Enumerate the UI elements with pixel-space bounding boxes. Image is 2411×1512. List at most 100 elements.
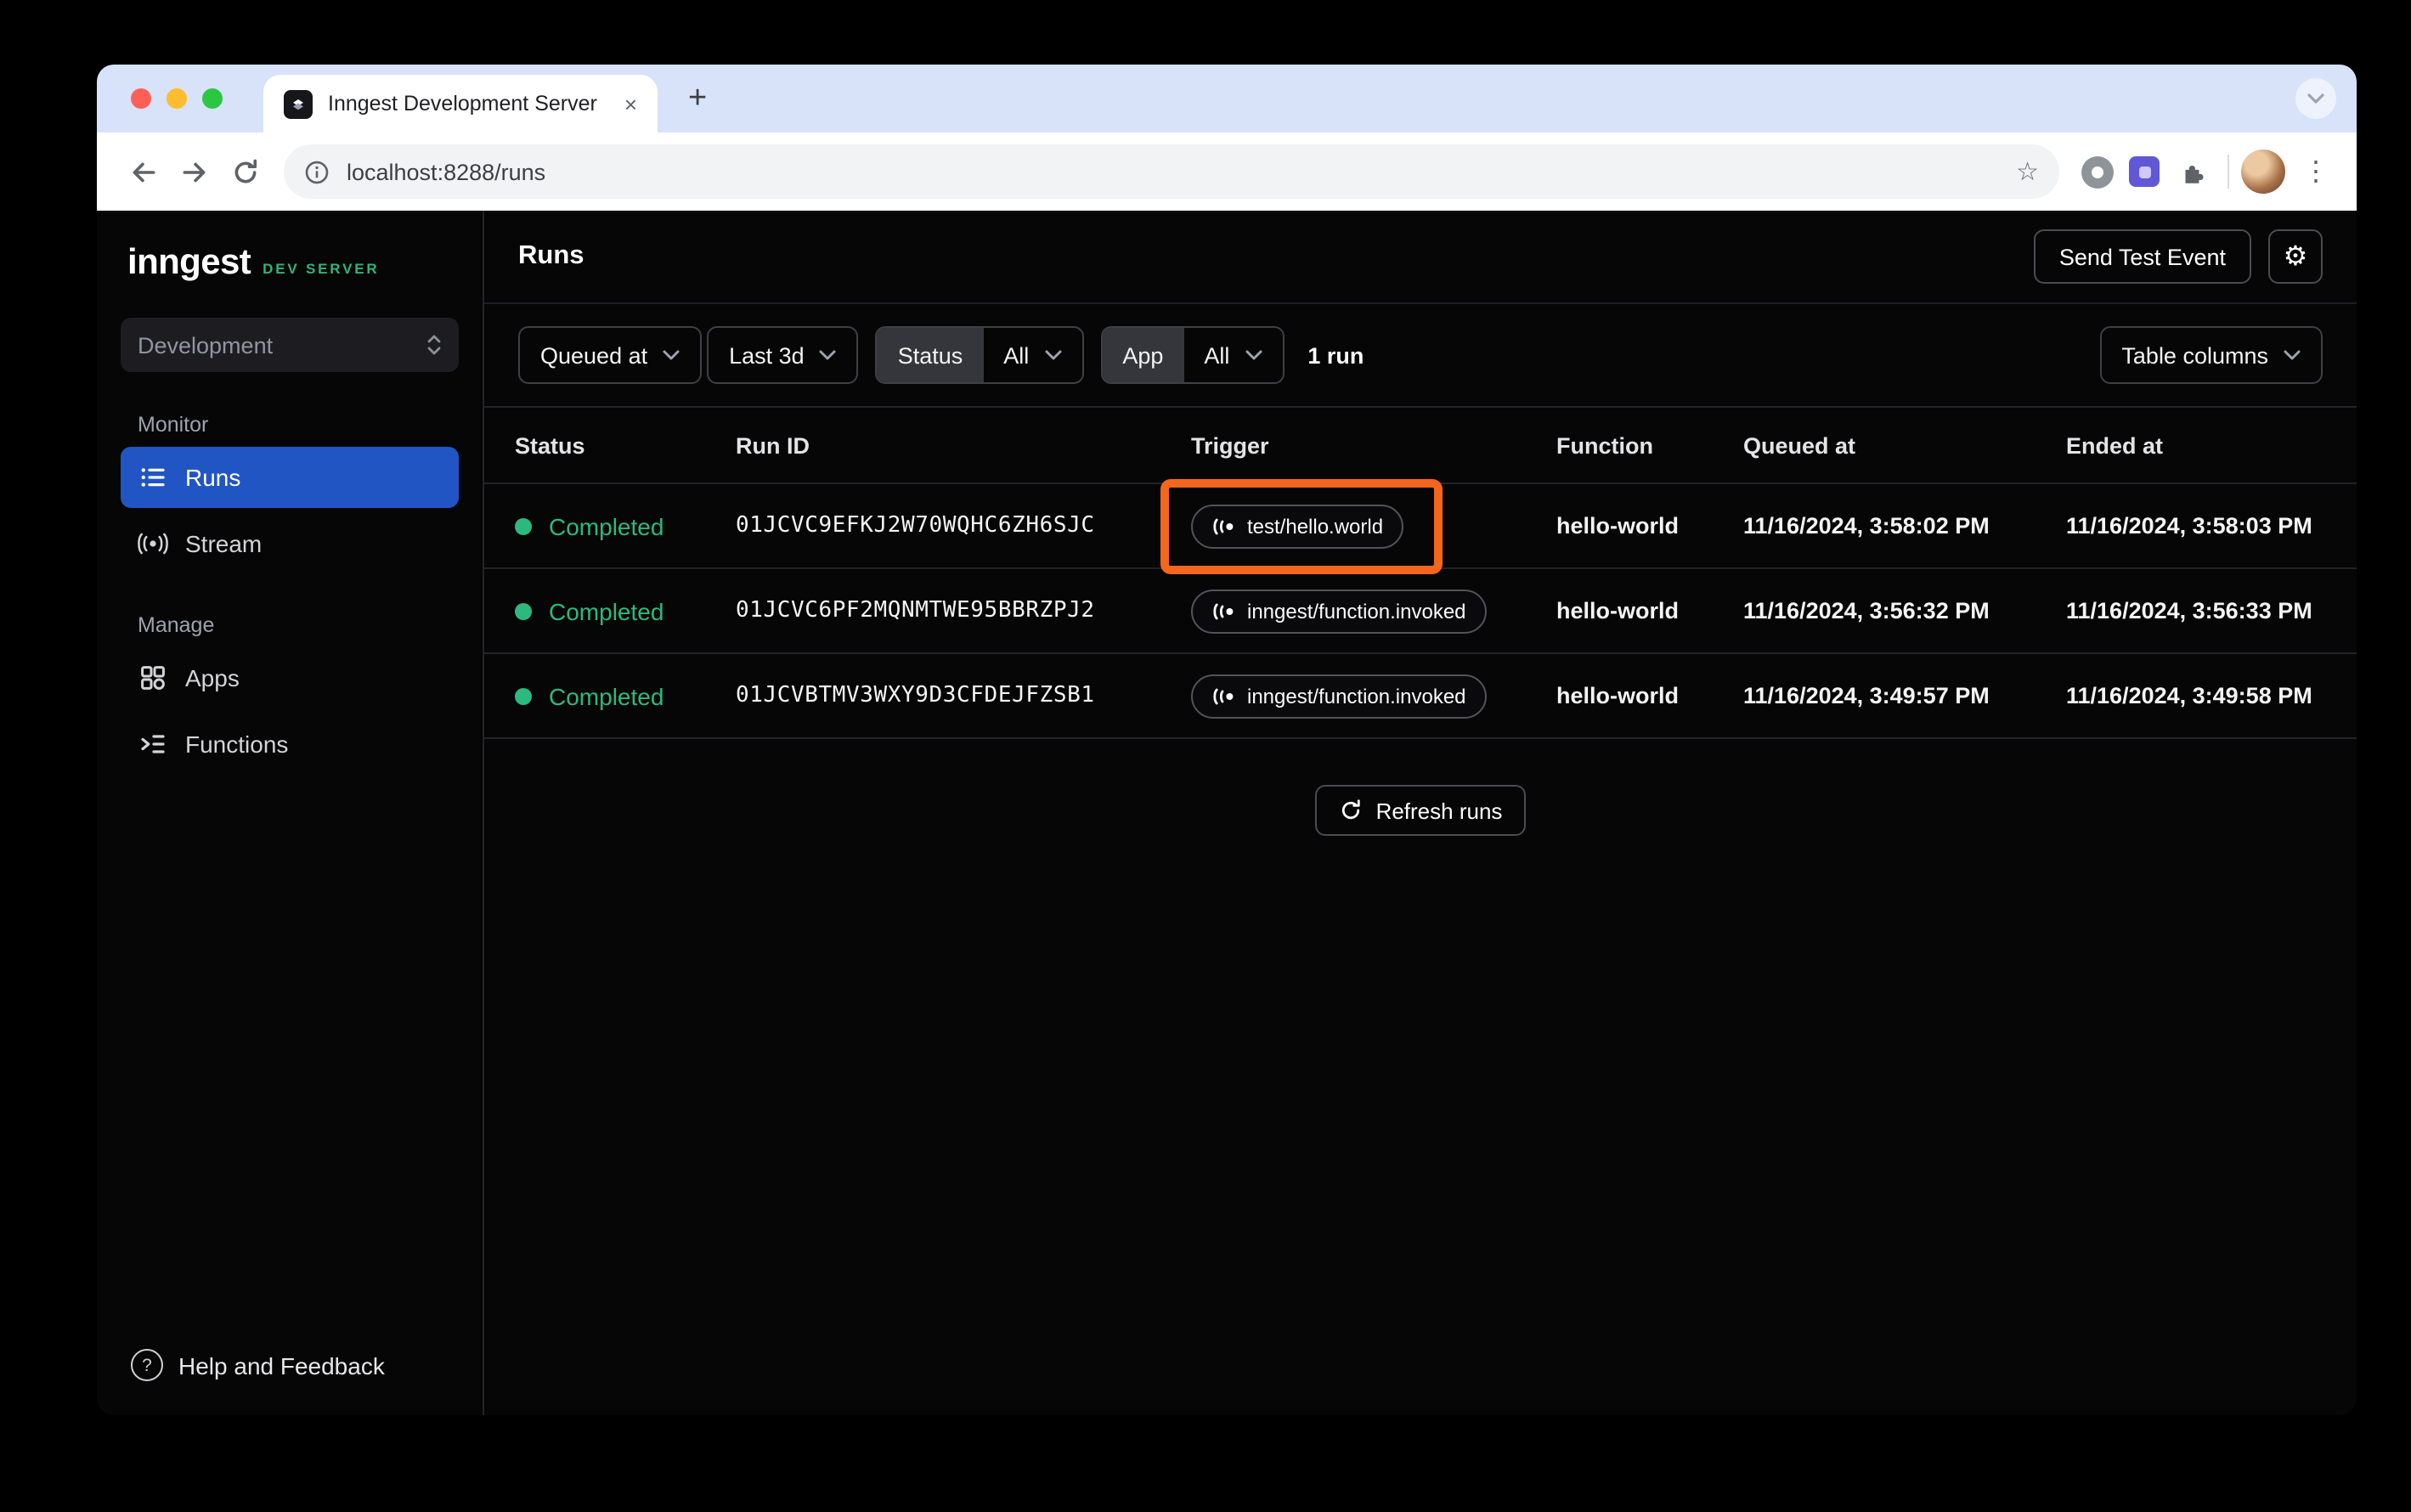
window-controls: [97, 88, 246, 109]
run-id-cell: 01JCVC9EFKJ2W70WQHC6ZH6SJC: [736, 513, 1095, 539]
sidebar-item-label: Runs: [185, 464, 241, 491]
event-trigger-icon: [1213, 517, 1234, 534]
status-cell: Completed: [515, 597, 736, 624]
help-and-feedback[interactable]: ? Help and Feedback: [121, 1342, 459, 1388]
zoom-window-button[interactable]: [202, 88, 223, 109]
time-range-label: Last 3d: [729, 342, 805, 368]
trigger-badge[interactable]: inngest/function.invoked: [1191, 674, 1487, 718]
page-header: Runs Send Test Event ⚙: [484, 211, 2357, 304]
queued-at-cell: 11/16/2024, 3:58:02 PM: [1743, 513, 1990, 539]
logo-row: inngest DEV SERVER: [121, 238, 459, 280]
minimize-window-button[interactable]: [167, 88, 187, 109]
app-filter-value[interactable]: All: [1183, 328, 1282, 382]
apps-icon: [141, 666, 165, 690]
table-columns-button[interactable]: Table columns: [2099, 326, 2323, 384]
purple-extension-icon[interactable]: [2120, 156, 2168, 187]
status-cell: Completed: [515, 682, 736, 709]
inngest-favicon-icon: [284, 89, 313, 118]
status-cell: Completed: [515, 512, 736, 539]
status-filter-value[interactable]: All: [983, 328, 1081, 382]
manage-section-label: Manage: [138, 613, 215, 637]
time-range-filter[interactable]: Last 3d: [707, 326, 859, 384]
screenshot-stage: Inngest Development Server × + localhost…: [0, 0, 2411, 1512]
trigger-cell: inngest/function.invoked: [1191, 674, 1487, 718]
column-header-run-id: Run ID: [736, 432, 810, 458]
refresh-runs-button[interactable]: Refresh runs: [1314, 785, 1527, 836]
table-row[interactable]: Completed 01JCVC6PF2MQNMTWE95BBRZPJ2 inn…: [484, 569, 2357, 654]
sidebar-item-label: Stream: [185, 530, 263, 557]
chevron-down-icon: [820, 350, 837, 360]
help-icon: ?: [131, 1349, 163, 1381]
ended-at-cell: 11/16/2024, 3:56:33 PM: [2066, 598, 2312, 623]
tab-title: Inngest Development Server: [328, 92, 597, 116]
time-field-label: Queued at: [540, 342, 648, 368]
refresh-icon: [1341, 799, 1360, 820]
run-id-cell: 01JCVBTMV3WXY9D3CFDEJFZSB1: [736, 683, 1095, 708]
close-tab-icon[interactable]: ×: [621, 89, 641, 118]
chevron-down-icon: [1245, 350, 1262, 360]
site-info-icon[interactable]: [304, 159, 330, 184]
runs-icon: [141, 468, 165, 487]
back-icon[interactable]: [117, 146, 168, 197]
column-header-queued-at: Queued at: [1743, 432, 1856, 458]
table-header: Status Run ID Trigger Function Queued at…: [484, 408, 2357, 484]
functions-icon: [141, 735, 165, 753]
status-filter[interactable]: Status All: [875, 326, 1084, 384]
tab-search-chevron-icon[interactable]: [2295, 78, 2336, 119]
queued-at-cell: 11/16/2024, 3:49:57 PM: [1743, 683, 1990, 708]
refresh-runs-label: Refresh runs: [1375, 798, 1503, 823]
status-dot-icon: [515, 517, 532, 534]
app-filter[interactable]: App All: [1100, 326, 1285, 384]
run-id-cell: 01JCVC6PF2MQNMTWE95BBRZPJ2: [736, 598, 1095, 623]
function-cell: hello-world: [1556, 513, 1679, 539]
trigger-cell: inngest/function.invoked: [1191, 589, 1487, 633]
inngest-logo: inngest: [127, 243, 251, 282]
table-row[interactable]: Completed 01JCVBTMV3WXY9D3CFDEJFZSB1 inn…: [484, 654, 2357, 739]
close-window-button[interactable]: [131, 88, 151, 109]
stream-icon: [138, 533, 168, 555]
new-tab-button[interactable]: +: [688, 82, 707, 115]
function-cell: hello-world: [1556, 598, 1679, 623]
function-cell: hello-world: [1556, 683, 1679, 708]
settings-gear-button[interactable]: ⚙: [2268, 229, 2323, 284]
url-text: localhost:8288/runs: [347, 159, 546, 184]
browser-menu-icon[interactable]: ⋮: [2285, 155, 2336, 189]
bookmark-star-icon[interactable]: ☆: [2016, 156, 2039, 187]
run-count: 1 run: [1307, 342, 1364, 368]
send-test-event-button[interactable]: Send Test Event: [2033, 229, 2251, 284]
sidebar-item-functions[interactable]: Functions: [121, 714, 459, 775]
trigger-cell: test/hello.world: [1160, 478, 1443, 573]
updown-chevron-icon: [427, 335, 441, 355]
sidebar-item-apps[interactable]: Apps: [121, 647, 459, 708]
dev-server-badge: DEV SERVER: [263, 260, 380, 277]
browser-tab[interactable]: Inngest Development Server ×: [263, 75, 658, 133]
extensions-puzzle-icon[interactable]: [2168, 157, 2216, 186]
trigger-badge[interactable]: test/hello.world: [1191, 504, 1404, 548]
filter-bar: Queued at Last 3d Status All App All 1 r…: [484, 304, 2357, 408]
main-content: Runs Send Test Event ⚙ Queued at Last 3d…: [484, 211, 2357, 1415]
column-header-trigger: Trigger: [1191, 432, 1269, 458]
gear-icon: ⚙: [2283, 243, 2308, 272]
address-bar[interactable]: localhost:8288/runs ☆: [284, 144, 2059, 199]
sidebar: inngest DEV SERVER Development Monitor R…: [97, 211, 484, 1415]
chevron-down-icon: [1044, 350, 1061, 360]
time-field-filter[interactable]: Queued at: [518, 326, 703, 384]
sidebar-item-runs[interactable]: Runs: [121, 447, 459, 508]
environment-select[interactable]: Development: [121, 318, 459, 372]
profile-avatar[interactable]: [2241, 150, 2285, 194]
sidebar-item-stream[interactable]: Stream: [121, 513, 459, 574]
trigger-badge[interactable]: inngest/function.invoked: [1191, 589, 1487, 633]
forward-icon[interactable]: [168, 146, 219, 197]
queued-at-cell: 11/16/2024, 3:56:32 PM: [1743, 598, 1990, 623]
reload-icon[interactable]: [219, 146, 270, 197]
event-trigger-icon: [1213, 687, 1234, 704]
table-row[interactable]: Completed 01JCVC9EFKJ2W70WQHC6ZH6SJC tes…: [484, 478, 2357, 573]
event-trigger-icon: [1213, 602, 1234, 619]
environment-select-value: Development: [138, 332, 274, 358]
page-title: Runs: [518, 241, 584, 270]
sidebar-item-label: Functions: [185, 731, 289, 758]
chevron-down-icon: [2284, 350, 2301, 360]
privacy-extension-icon[interactable]: [2073, 155, 2120, 188]
table-columns-label: Table columns: [2121, 342, 2268, 368]
chevron-down-icon: [663, 350, 680, 360]
